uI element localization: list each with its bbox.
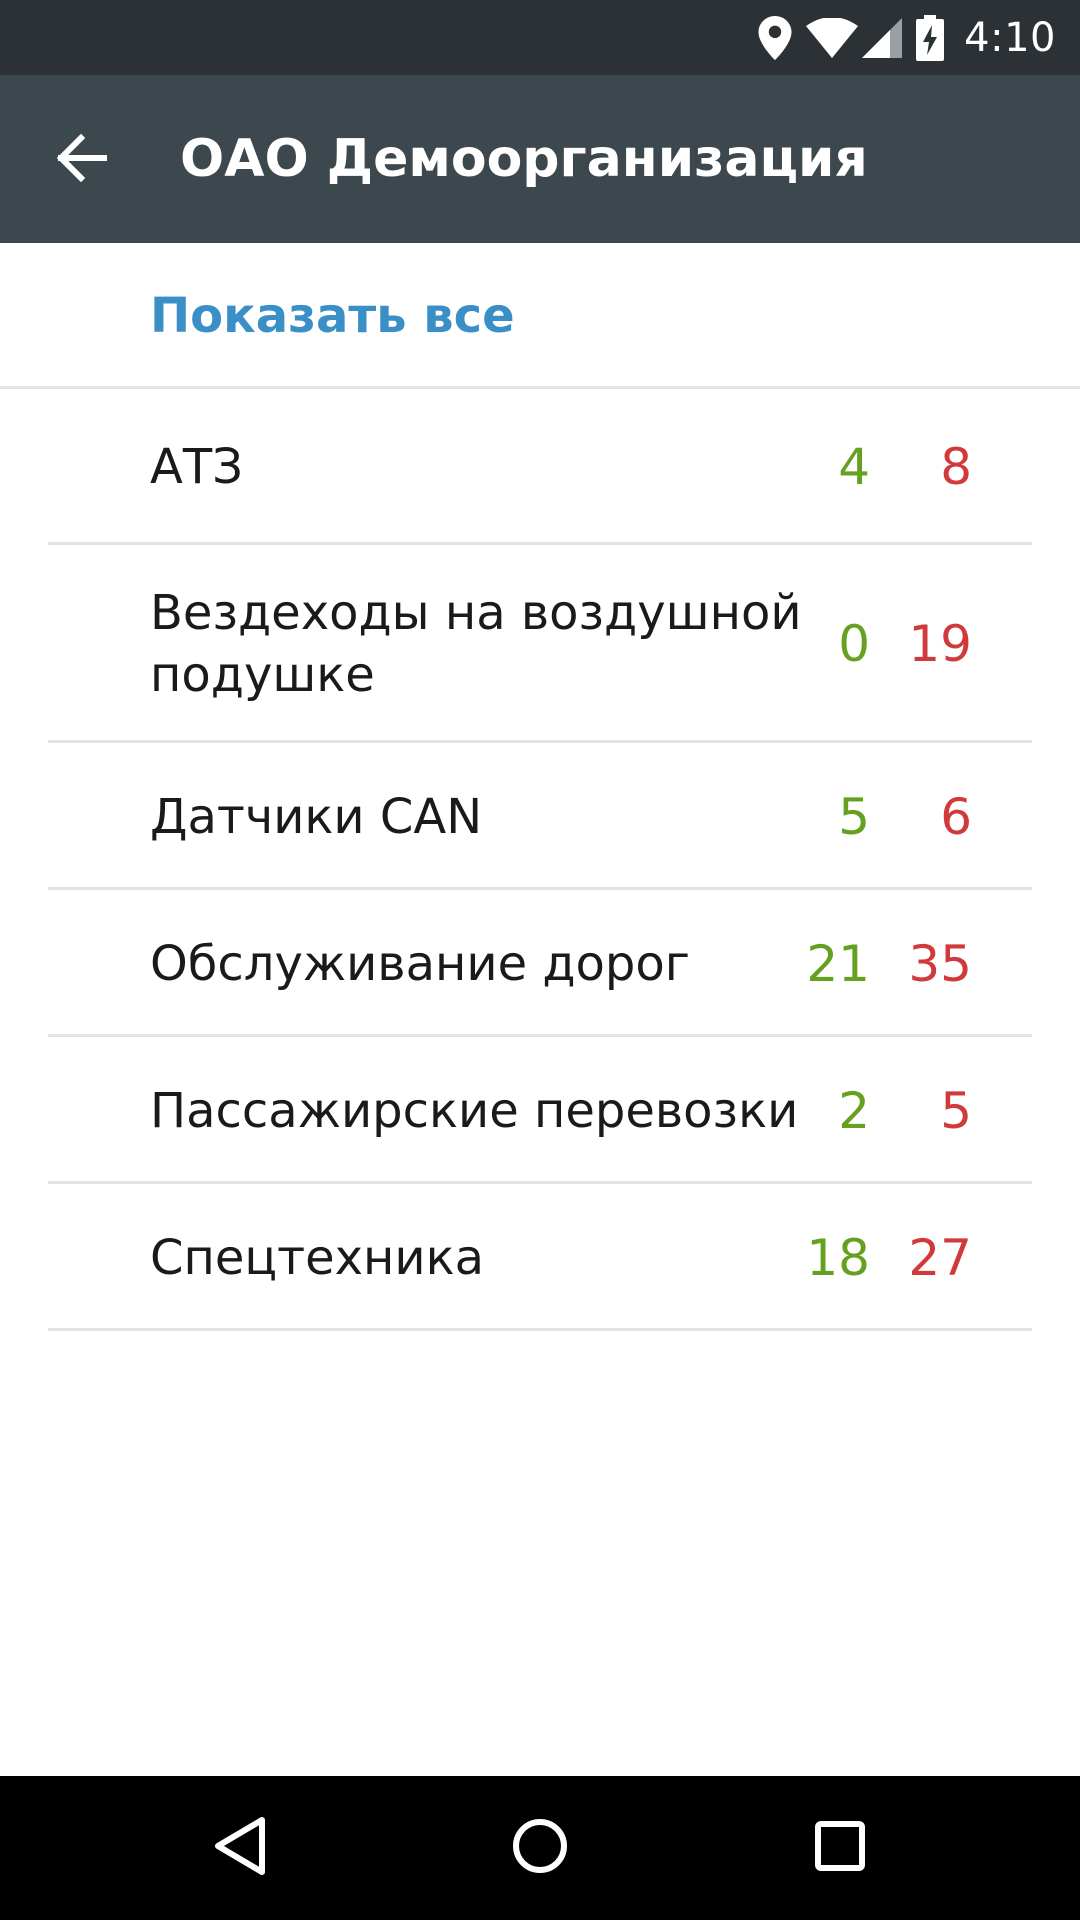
home-circle-icon — [512, 1818, 568, 1878]
count-red: 19 — [908, 615, 972, 673]
count-red: 35 — [908, 934, 972, 993]
back-triangle-icon — [212, 1816, 268, 1880]
page-title: ОАО Демоорганизация — [180, 129, 868, 189]
status-time: 4:10 — [964, 14, 1056, 61]
count-red: 6 — [940, 787, 972, 846]
recents-square-icon — [814, 1820, 866, 1876]
item-label: Спецтехника — [150, 1229, 484, 1286]
status-icons: 4:10 — [744, 0, 1056, 75]
battery-charging-icon — [916, 14, 945, 61]
item-label: Вездеходы на воздушной подушке — [150, 585, 802, 703]
signal-icon — [862, 17, 903, 58]
system-nav-bar — [0, 1776, 1080, 1920]
list-item[interactable]: Датчики CAN 5 6 — [0, 743, 1080, 890]
list-item[interactable]: Пассажирские перевозки 2 5 — [0, 1037, 1080, 1184]
group-list: АТЗ 4 8 Вездеходы на воздушной подушке 0… — [0, 389, 1080, 1331]
show-all-label: Показать все — [150, 288, 515, 344]
item-label: АТЗ — [150, 439, 243, 495]
item-label: Датчики CAN — [150, 788, 483, 845]
nav-back-button[interactable] — [190, 1798, 290, 1898]
list-item[interactable]: Вездеходы на воздушной подушке 0 19 — [0, 545, 1080, 743]
show-all-row[interactable]: Показать все — [0, 243, 1080, 389]
arrow-back-icon — [55, 133, 108, 186]
list-item[interactable]: Обслуживание дорог 21 35 — [0, 890, 1080, 1037]
nav-home-button[interactable] — [490, 1798, 590, 1898]
list-item[interactable]: АТЗ 4 8 — [0, 389, 1080, 545]
nav-recents-button[interactable] — [790, 1798, 890, 1898]
item-label: Обслуживание дорог — [150, 935, 690, 992]
count-red: 27 — [908, 1228, 972, 1287]
item-label: Пассажирские перевозки — [150, 1082, 799, 1139]
status-bar: 4:10 — [0, 0, 1080, 75]
count-red: 5 — [940, 1081, 972, 1140]
list-item[interactable]: Спецтехника 18 27 — [0, 1184, 1080, 1331]
app-bar: ОАО Демоорганизация — [0, 75, 1080, 243]
location-icon — [758, 15, 792, 60]
count-red: 8 — [940, 438, 972, 496]
wifi-icon — [806, 17, 859, 58]
back-button[interactable] — [36, 115, 126, 205]
